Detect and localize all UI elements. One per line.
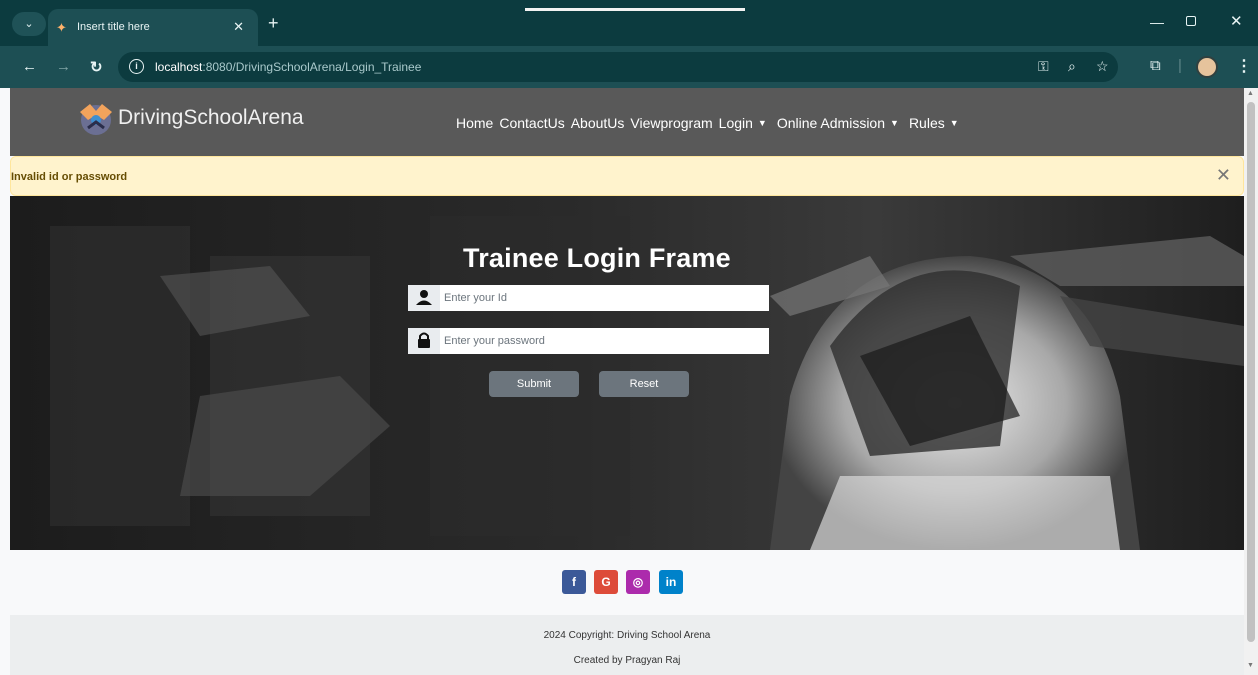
url-box[interactable]: i localhost:8080/DrivingSchoolArena/Logi…: [118, 52, 1118, 82]
nav-online-admission-dropdown[interactable]: Online Admission ▼: [777, 115, 899, 131]
lock-icon: [408, 328, 440, 354]
nav-aboutus-label: AboutUs: [570, 115, 625, 131]
nav-viewprogram-label: Viewprogram: [630, 115, 713, 131]
footer-copyright: 2024 Copyright: Driving School Arena: [543, 630, 711, 641]
alert-close-icon[interactable]: ✕: [1216, 165, 1231, 186]
url-host: localhost: [155, 60, 203, 74]
favicon-icon: ✦: [56, 20, 67, 35]
nav-online-admission-label: Online Admission: [776, 115, 886, 131]
footer-credit: Created by Pragyan Raj: [573, 655, 681, 666]
facebook-icon[interactable]: f: [562, 570, 586, 594]
url-path: :8080/DrivingSchoolArena/Login_Trainee: [202, 60, 422, 74]
toolbar-divider: |: [1178, 57, 1182, 74]
address-bar: ← → ↻ i localhost:8080/DrivingSchoolAren…: [0, 46, 1258, 88]
site-footer: 2024 Copyright: Driving School Arena Cre…: [10, 615, 1244, 675]
login-hero: Trainee Login Frame Submit Reset: [10, 196, 1244, 550]
caret-down-icon: ▼: [949, 118, 959, 128]
nav-aboutus[interactable]: AboutUs: [571, 115, 625, 131]
url-text[interactable]: localhost:8080/DrivingSchoolArena/Login_…: [155, 60, 421, 74]
nav-viewprogram[interactable]: Viewprogram: [630, 115, 712, 131]
nav-home[interactable]: Home: [456, 115, 493, 131]
window-close-icon[interactable]: ✕: [1230, 12, 1243, 30]
nav-home-label: Home: [456, 115, 494, 131]
linkedin-icon[interactable]: in: [659, 570, 683, 594]
page-scrollbar[interactable]: ▲ ▼: [1244, 88, 1258, 675]
id-field-group: [408, 285, 769, 311]
tab-search-button[interactable]: ⌄: [12, 12, 46, 36]
nav-contactus[interactable]: ContactUs: [499, 115, 564, 131]
browser-tab[interactable]: ✦ Insert title here ✕: [48, 9, 258, 46]
scroll-thumb[interactable]: [1247, 102, 1255, 642]
caret-down-icon: ▼: [757, 118, 767, 128]
google-icon[interactable]: G: [594, 570, 618, 594]
minimize-icon[interactable]: —: [1150, 14, 1164, 30]
tab-strip: ⌄ ✦ Insert title here ✕ + — ✕: [0, 0, 1258, 46]
instagram-icon[interactable]: ◎: [626, 570, 650, 594]
alert-message: Invalid id or password: [11, 171, 128, 183]
nav-contactus-label: ContactUs: [499, 115, 565, 131]
nav-rules-dropdown[interactable]: Rules ▼: [909, 115, 959, 131]
back-icon[interactable]: ←: [22, 58, 37, 75]
nav-links: Home ContactUs AboutUs Viewprogram Login…: [456, 115, 965, 131]
id-input[interactable]: [444, 289, 764, 307]
tab-strip-highlight: [525, 8, 745, 11]
steering-wheel-logo-icon: [80, 104, 112, 135]
brand-name[interactable]: DrivingSchoolArena: [118, 106, 304, 130]
restore-icon[interactable]: [1186, 16, 1196, 26]
close-icon[interactable]: ✕: [233, 19, 244, 35]
new-tab-icon[interactable]: +: [268, 14, 279, 32]
zoom-icon[interactable]: ⌕: [1068, 58, 1076, 75]
page-content: DrivingSchoolArena Home ContactUs AboutU…: [0, 88, 1244, 675]
browser-window: ⌄ ✦ Insert title here ✕ + — ✕ ← → ↻ i lo…: [0, 0, 1258, 675]
profile-avatar[interactable]: [1196, 56, 1218, 78]
key-icon[interactable]: ⚿: [1038, 58, 1049, 75]
nav-rules-label: Rules: [908, 115, 945, 131]
more-menu-icon[interactable]: ⋮: [1236, 56, 1252, 76]
bookmark-star-icon[interactable]: ☆: [1096, 58, 1109, 75]
tab-title: Insert title here: [77, 21, 150, 33]
password-field-group: [408, 328, 769, 354]
caret-down-icon: ▼: [890, 118, 899, 128]
info-icon[interactable]: i: [129, 59, 144, 74]
extensions-icon[interactable]: ⧉: [1150, 57, 1161, 74]
reset-button[interactable]: Reset: [599, 371, 689, 397]
site-navbar: DrivingSchoolArena Home ContactUs AboutU…: [10, 88, 1244, 156]
reload-icon[interactable]: ↻: [90, 58, 103, 76]
chevron-down-icon: ⌄: [24, 18, 34, 30]
password-input[interactable]: [444, 332, 764, 350]
error-alert: Invalid id or password ✕: [10, 156, 1244, 196]
scroll-down-icon[interactable]: ▼: [1247, 662, 1254, 669]
nav-login-label: Login: [718, 115, 753, 131]
user-icon: [408, 285, 440, 311]
login-title: Trainee Login Frame: [463, 243, 731, 273]
forward-icon[interactable]: →: [56, 58, 71, 75]
submit-button[interactable]: Submit: [489, 371, 579, 397]
nav-login-dropdown[interactable]: Login ▼: [719, 115, 767, 131]
scroll-up-icon[interactable]: ▲: [1247, 90, 1254, 97]
